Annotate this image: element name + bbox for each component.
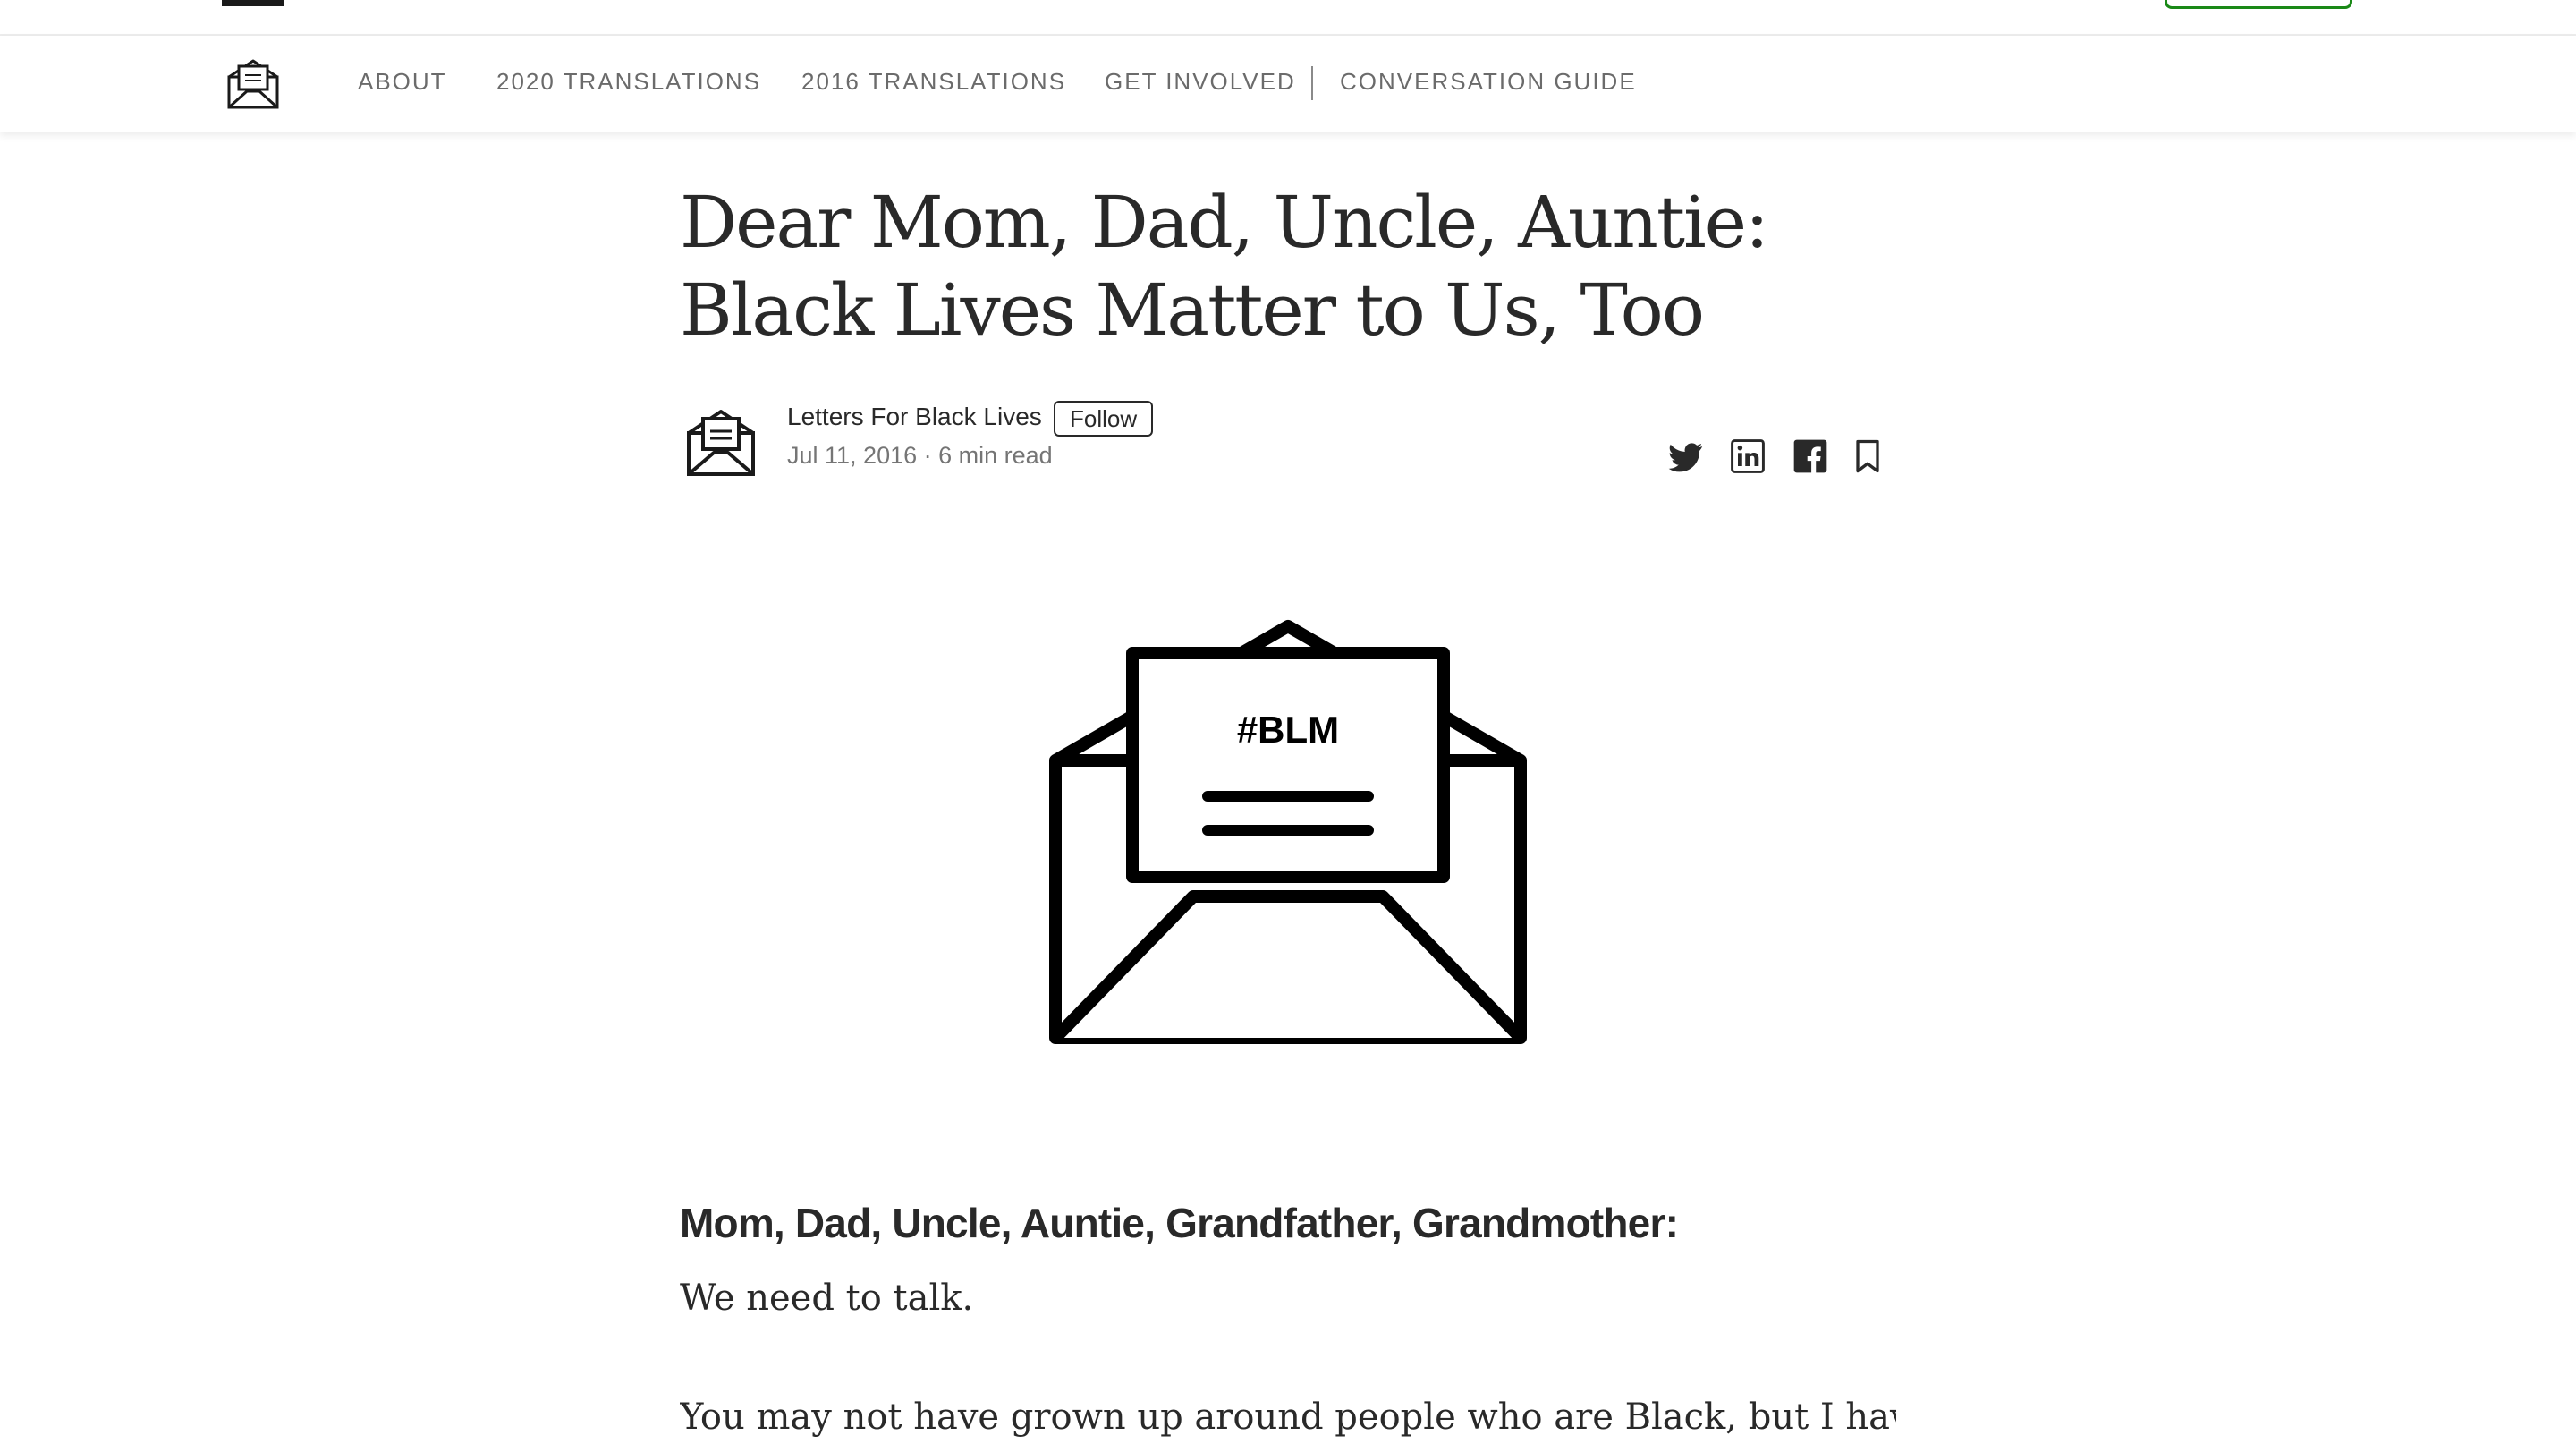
nav-item-2016-translations[interactable]: 2016 TRANSLATIONS	[801, 68, 1066, 96]
paragraph: You may not have grown up around people …	[680, 1397, 1896, 1438]
publication-nav: ABOUT 2020 TRANSLATIONS 2016 TRANSLATION…	[0, 36, 2576, 132]
top-bar	[0, 0, 2576, 36]
nav-item-conversation-guide[interactable]: CONVERSATION GUIDE	[1340, 68, 1637, 96]
nav-item-get-involved[interactable]: GET INVOLVED	[1105, 68, 1296, 96]
bookmark-icon[interactable]	[1848, 437, 1887, 476]
linkedin-icon[interactable]	[1728, 437, 1767, 476]
envelope-blm-illustration: #BLM	[1049, 620, 1527, 1044]
author-name[interactable]: Letters For Black Lives	[787, 403, 1042, 431]
get-started-button[interactable]	[2165, 0, 2352, 9]
nav-item-2020-translations[interactable]: 2020 TRANSLATIONS	[496, 68, 761, 96]
article-title: Dear Mom, Dad, Uncle, Auntie: Black Live…	[680, 181, 1769, 352]
author-avatar[interactable]	[683, 404, 758, 480]
envelope-letter-icon[interactable]	[224, 57, 283, 111]
facebook-icon[interactable]	[1791, 437, 1830, 476]
site-logo[interactable]	[222, 0, 284, 6]
nav-item-about[interactable]: ABOUT	[358, 68, 447, 96]
letter-salutation: Mom, Dad, Uncle, Auntie, Grandfather, Gr…	[680, 1200, 1679, 1246]
article-meta: Jul 11, 2016 · 6 min read	[787, 442, 1053, 469]
follow-button[interactable]: Follow	[1054, 401, 1154, 437]
hero-text: #BLM	[1237, 709, 1339, 751]
paragraph: We need to talk.	[680, 1278, 974, 1319]
nav-divider	[1311, 66, 1313, 100]
twitter-icon[interactable]	[1665, 437, 1705, 476]
